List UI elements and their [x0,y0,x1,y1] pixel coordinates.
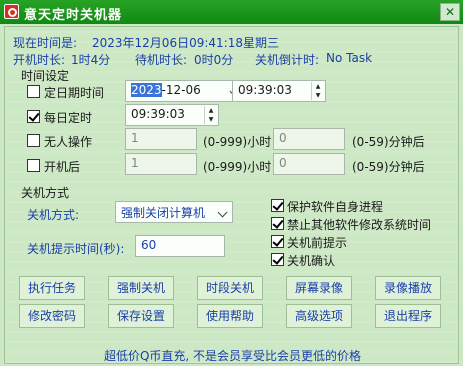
shutdown-mode-heading: 关机方式 [21,186,70,200]
date-rest-segment: -12-06 [161,83,201,97]
idle-time-value: 0时0分 [194,53,234,67]
idle-label: 无人操作 [44,135,93,149]
main-panel: 现在时间是: 2023年12月06日09:41:18星期三 开机时长: 1时4分… [4,26,459,364]
shutdown-mode-select[interactable]: 强制关闭计算机 [115,201,233,223]
prompt-time-label: 关机提示时间(秒): [27,242,125,256]
idle-minutes-unit: (0-59)分钟后 [352,135,425,149]
chevron-down-icon[interactable] [217,207,228,218]
option-prompt-label: 关机前提示 [287,236,348,250]
run-task-button[interactable]: 执行任务 [19,276,85,300]
idle-hours-input[interactable]: 1 [125,128,197,150]
record-playback-button[interactable]: 录像播放 [375,276,441,300]
option-lock-time-label: 禁止其他软件修改系统时间 [287,218,432,232]
fixed-date-picker[interactable]: 2023-12-06 [125,80,245,102]
help-button[interactable]: 使用帮助 [197,304,263,328]
force-shutdown-button[interactable]: 强制关机 [108,276,174,300]
boot-hours-unit: (0-999)小时 [203,160,272,174]
option-confirm-checkbox[interactable] [271,253,284,266]
promo-link[interactable]: 超低价Q币直充, 不是会员享受比会员更低的价格 [5,347,460,364]
boot-checkbox[interactable] [27,159,40,172]
prompt-time-input[interactable]: 60 [135,235,225,257]
countdown-value: No Task [326,51,373,65]
shutdown-mode-label: 关机方式: [27,208,80,222]
close-button[interactable]: ✕ [440,3,460,21]
daily-checkbox[interactable] [27,110,40,123]
option-protect-process-checkbox[interactable] [271,199,284,212]
boot-minutes-input[interactable]: 0 [273,153,345,175]
time-settings-heading: 时间设定 [21,69,70,83]
boot-minutes-unit: (0-59)分钟后 [352,160,425,174]
daily-time-input[interactable]: 09:39:03 ▲ ▼ [125,104,219,126]
advanced-options-button[interactable]: 高级选项 [286,304,352,328]
title-bar: 意天定时关机器 ✕ [0,0,463,24]
screen-record-button[interactable]: 屏幕录像 [286,276,352,300]
daily-time-value: 09:39:03 [131,107,185,121]
boot-label: 开机后 [44,160,81,174]
daily-label: 每日定时 [44,111,93,125]
save-settings-button[interactable]: 保存设置 [108,304,174,328]
app-icon [4,4,19,19]
fixed-date-time-value: 09:39:03 [238,83,292,97]
fixed-date-label: 定日期时间 [44,86,105,100]
time-spinner[interactable]: ▲ ▼ [204,106,217,124]
shutdown-mode-value: 强制关闭计算机 [121,206,206,220]
time-spinner[interactable]: ▲ ▼ [311,82,324,100]
change-password-button[interactable]: 修改密码 [19,304,85,328]
option-prompt-checkbox[interactable] [271,235,284,248]
countdown-label: 关机倒计时: [255,53,320,67]
idle-time-label: 待机时长: [135,53,188,67]
option-lock-time-checkbox[interactable] [271,217,284,230]
period-shutdown-button[interactable]: 时段关机 [197,276,263,300]
boot-hours-input[interactable]: 1 [125,153,197,175]
current-time-value: 2023年12月06日09:41:18星期三 [92,36,279,50]
idle-hours-unit: (0-999)小时 [203,135,272,149]
idle-checkbox[interactable] [27,134,40,147]
window-title: 意天定时关机器 [24,8,123,23]
uptime-value: 1时4分 [71,53,111,67]
option-confirm-label: 关机确认 [287,254,336,268]
uptime-label: 开机时长: [13,53,66,67]
fixed-date-checkbox[interactable] [27,85,40,98]
exit-button[interactable]: 退出程序 [375,304,441,328]
idle-minutes-input[interactable]: 0 [273,128,345,150]
fixed-date-time-input[interactable]: 09:39:03 ▲ ▼ [232,80,326,102]
date-year-segment[interactable]: 2023 [131,83,162,97]
current-time-label: 现在时间是: [13,36,78,50]
option-protect-process-label: 保护软件自身进程 [287,200,384,214]
